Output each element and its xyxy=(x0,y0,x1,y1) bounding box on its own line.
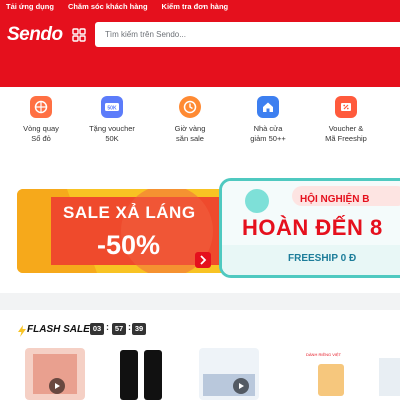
quick-link-label: Sổ đỏ xyxy=(31,134,51,143)
wheel-icon xyxy=(30,96,52,118)
product-image xyxy=(120,350,138,400)
sale-banner-percent: -50% xyxy=(97,230,161,260)
quick-link-home-deals[interactable]: Nhà cửa giảm 50++ xyxy=(233,96,303,144)
quick-link-label: Voucher & xyxy=(328,124,364,133)
quick-link-golden-hour[interactable]: Giờ vàng săn sale xyxy=(155,96,225,144)
quick-link-lucky-wheel[interactable]: Vòng quay Sổ đỏ xyxy=(6,96,76,144)
banner-next-arrow[interactable] xyxy=(195,252,211,268)
quick-link-label: 50K xyxy=(105,134,119,143)
quick-link-freeship[interactable]: Voucher & Mã Freeship xyxy=(311,96,381,144)
house-icon xyxy=(257,96,279,118)
product-image xyxy=(379,358,400,396)
cashback-banner[interactable]: HỘI NGHIỆN B HOÀN ĐẾN 8 FREESHIP 0 Đ xyxy=(219,178,400,278)
play-video-icon[interactable] xyxy=(49,378,65,394)
quick-link-label: giảm 50++ xyxy=(250,134,286,143)
cashback-banner-subtitle: HỘI NGHIỆN B xyxy=(300,194,370,205)
quick-link-label: săn sale xyxy=(176,134,204,143)
countdown-separator: : xyxy=(106,322,109,332)
quick-link-label: Vòng quay xyxy=(23,124,59,133)
search-input[interactable] xyxy=(95,22,400,47)
quick-link-label: Mã Freeship xyxy=(325,134,367,143)
download-app-link[interactable]: Tải ứng dụng xyxy=(6,2,54,11)
header: Tải ứng dụng Chăm sóc khách hàng Kiểm tr… xyxy=(0,0,400,87)
quick-link-label: Tặng voucher xyxy=(89,124,135,133)
voucher-icon: 50K xyxy=(101,96,123,118)
ticket-icon xyxy=(335,96,357,118)
quick-link-label: Giờ vàng xyxy=(174,124,206,133)
flash-product-card[interactable] xyxy=(199,348,259,400)
countdown-minutes: 57 xyxy=(112,323,126,335)
customer-care-link[interactable]: Chăm sóc khách hàng xyxy=(68,2,148,11)
flash-product-card[interactable]: DÀNH RIÊNG VIỆT xyxy=(288,348,348,400)
countdown-seconds: 39 xyxy=(132,323,146,335)
flash-sale-section: FLASH SALE 03 : 57 : 39 DÀNH RIÊNG VIỆT xyxy=(0,310,400,400)
svg-text:50K: 50K xyxy=(107,105,117,111)
quick-link-voucher-50k[interactable]: 50K Tặng voucher 50K xyxy=(77,96,147,144)
search-box xyxy=(95,22,400,47)
flash-product-card[interactable] xyxy=(25,348,85,400)
freeship-text: FREESHIP 0 Đ xyxy=(288,253,357,264)
quick-links-bar: Vòng quay Sổ đỏ 50K Tặng voucher 50K Giờ… xyxy=(0,87,400,163)
sale-banner[interactable]: SALE XẢ LÁNG -50% xyxy=(17,189,225,273)
flash-product-card[interactable] xyxy=(112,348,172,400)
product-card-label: DÀNH RIÊNG VIỆT xyxy=(306,352,342,357)
countdown-separator: : xyxy=(128,322,131,332)
flash-product-card[interactable] xyxy=(375,348,400,400)
product-image xyxy=(144,350,162,400)
cashback-banner-title: HOÀN ĐẾN 8 xyxy=(242,215,383,240)
check-order-link[interactable]: Kiểm tra đơn hàng xyxy=(162,2,229,11)
promo-banner-area: SALE XẢ LÁNG -50% HỘI NGHIỆN B HOÀN ĐẾN … xyxy=(0,163,400,293)
clock-icon xyxy=(179,96,201,118)
top-links: Tải ứng dụng Chăm sóc khách hàng Kiểm tr… xyxy=(6,2,228,11)
lightning-icon xyxy=(18,324,26,342)
sendo-logo[interactable]: Sendo xyxy=(7,24,63,46)
product-image xyxy=(318,364,344,396)
quick-link-label: Nhà cửa xyxy=(253,124,283,133)
sale-banner-title: SALE XẢ LÁNG xyxy=(63,203,196,222)
flash-sale-title: FLASH SALE xyxy=(27,324,90,335)
category-grid-icon[interactable] xyxy=(72,28,86,42)
countdown-hours: 03 xyxy=(90,323,104,335)
play-video-icon[interactable] xyxy=(233,378,249,394)
